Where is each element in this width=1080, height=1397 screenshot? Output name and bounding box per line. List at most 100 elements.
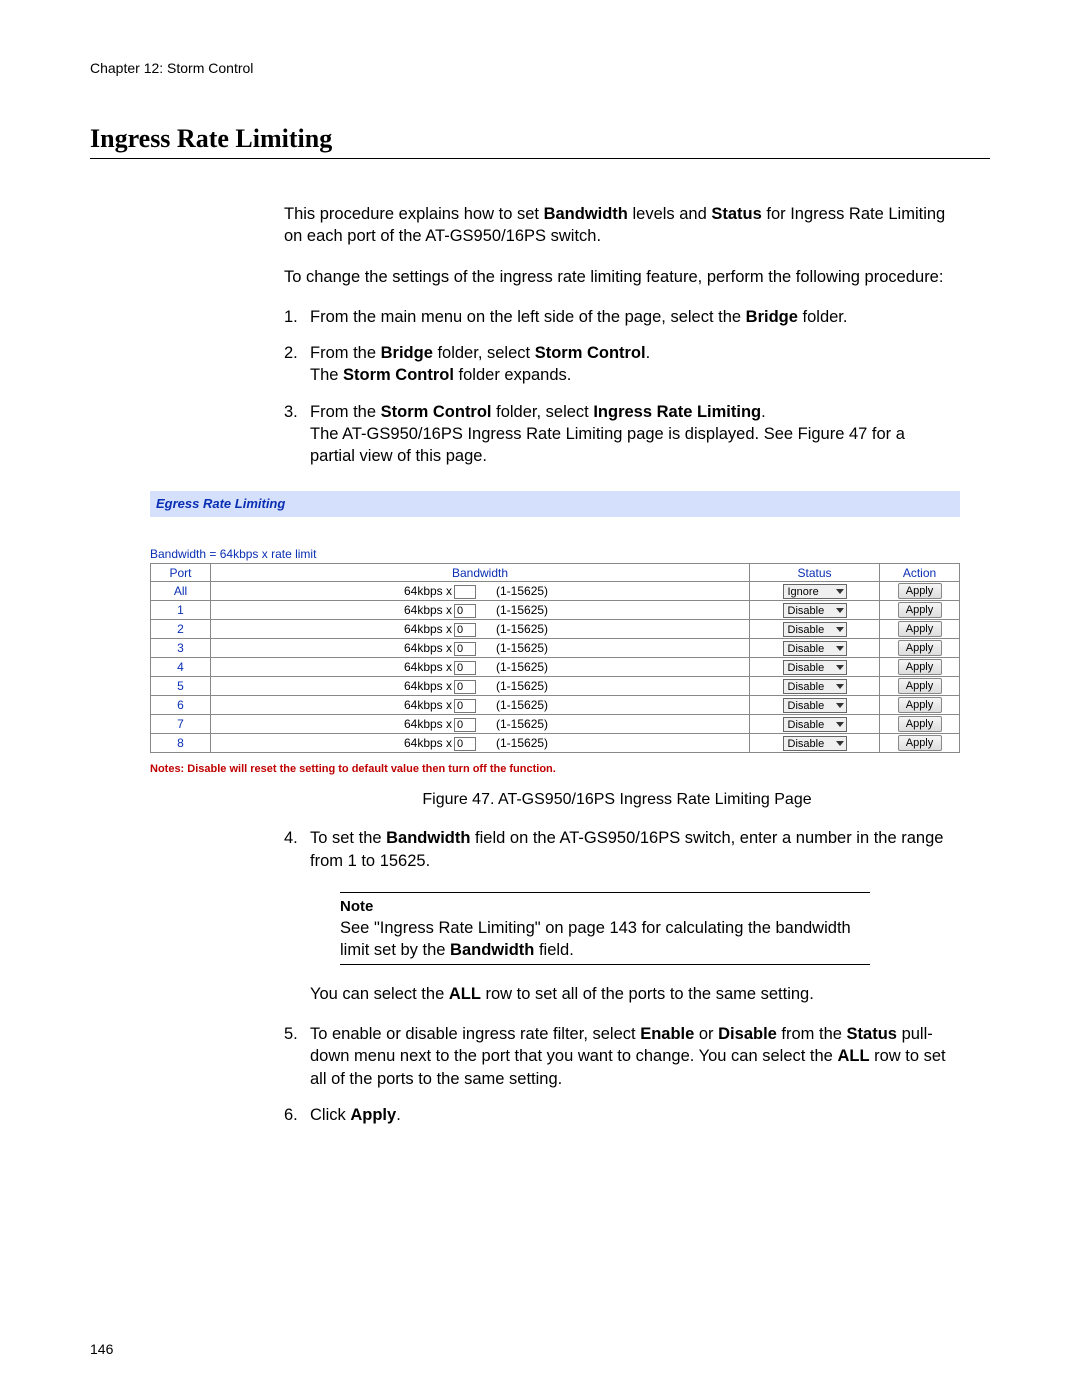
bandwidth-cell: 64kbps x(1-15625) bbox=[211, 715, 750, 734]
bandwidth-input[interactable] bbox=[454, 699, 476, 713]
action-cell: Apply bbox=[880, 696, 960, 715]
step-2: 2.From the Bridge folder, select Storm C… bbox=[284, 342, 950, 387]
bandwidth-cell: 64kbps x (1-15625) bbox=[211, 696, 750, 715]
port-cell: 2 bbox=[151, 620, 211, 639]
step-5: 5.To enable or disable ingress rate filt… bbox=[284, 1023, 950, 1090]
action-cell: Apply bbox=[880, 677, 960, 696]
apply-button[interactable]: Apply bbox=[898, 640, 942, 656]
action-cell: Apply bbox=[880, 601, 960, 620]
status-select[interactable]: Disable bbox=[783, 622, 847, 637]
bandwidth-input[interactable] bbox=[454, 642, 476, 656]
chevron-down-icon bbox=[836, 703, 844, 708]
status-select[interactable]: Disable bbox=[783, 736, 847, 751]
status-select[interactable]: Disable bbox=[783, 698, 847, 713]
bandwidth-range: (1-15625) bbox=[496, 584, 556, 598]
apply-button[interactable]: Apply bbox=[898, 735, 942, 751]
bandwidth-input[interactable] bbox=[454, 737, 476, 751]
status-cell: Disable bbox=[750, 601, 880, 620]
status-select[interactable]: Ignore bbox=[783, 584, 847, 599]
bandwidth-prefix: 64kbps x bbox=[404, 679, 452, 693]
page-number: 146 bbox=[90, 1341, 113, 1357]
bandwidth-cell: 64kbps x (1-15625) bbox=[211, 734, 750, 753]
bandwidth-range: (1-15625) bbox=[496, 736, 556, 750]
status-value: Disable bbox=[788, 662, 825, 674]
status-select[interactable]: Disable bbox=[783, 717, 847, 732]
figure-47: Egress Rate Limiting Bandwidth = 64kbps … bbox=[150, 491, 960, 775]
bandwidth-cell: 64kbps x(1-15625) bbox=[211, 639, 750, 658]
table-row: 764kbps x(1-15625)DisableApply bbox=[151, 715, 960, 734]
chevron-down-icon bbox=[836, 684, 844, 689]
bandwidth-prefix: 64kbps x bbox=[404, 698, 452, 712]
bandwidth-prefix: 64kbps x bbox=[404, 717, 452, 731]
chevron-down-icon bbox=[836, 722, 844, 727]
status-value: Disable bbox=[788, 700, 825, 712]
port-cell: 4 bbox=[151, 658, 211, 677]
step-4: 4.To set the Bandwidth field on the AT-G… bbox=[284, 827, 950, 1005]
step-1: 1.From the main menu on the left side of… bbox=[284, 306, 950, 328]
bandwidth-prefix: 64kbps x bbox=[404, 736, 452, 750]
col-bandwidth: Bandwidth bbox=[211, 564, 750, 582]
apply-button[interactable]: Apply bbox=[898, 697, 942, 713]
note-label: Note bbox=[340, 897, 870, 917]
note-text: See "Ingress Rate Limiting" on page 143 … bbox=[340, 917, 870, 962]
bandwidth-input[interactable] bbox=[454, 661, 476, 675]
bandwidth-input[interactable] bbox=[454, 585, 476, 599]
action-cell: Apply bbox=[880, 715, 960, 734]
port-cell: 8 bbox=[151, 734, 211, 753]
apply-button[interactable]: Apply bbox=[898, 602, 942, 618]
status-cell: Disable bbox=[750, 639, 880, 658]
bandwidth-input[interactable] bbox=[454, 604, 476, 618]
status-cell: Disable bbox=[750, 677, 880, 696]
bandwidth-cell: 64kbps x(1-15625) bbox=[211, 601, 750, 620]
col-port: Port bbox=[151, 564, 211, 582]
table-row: 564kbps x(1-15625)DisableApply bbox=[151, 677, 960, 696]
action-cell: Apply bbox=[880, 620, 960, 639]
chapter-header: Chapter 12: Storm Control bbox=[90, 60, 990, 76]
bandwidth-prefix: 64kbps x bbox=[404, 603, 452, 617]
after-note-paragraph: You can select the ALL row to set all of… bbox=[310, 983, 950, 1005]
port-cell: 3 bbox=[151, 639, 211, 658]
section-title: Ingress Rate Limiting bbox=[90, 124, 990, 154]
bandwidth-input[interactable] bbox=[454, 680, 476, 694]
status-cell: Disable bbox=[750, 734, 880, 753]
status-value: Disable bbox=[788, 738, 825, 750]
bandwidth-input[interactable] bbox=[454, 718, 476, 732]
status-select[interactable]: Disable bbox=[783, 603, 847, 618]
bandwidth-cell: 64kbps x (1-15625) bbox=[211, 620, 750, 639]
bandwidth-prefix: 64kbps x bbox=[404, 622, 452, 636]
apply-button[interactable]: Apply bbox=[898, 583, 942, 599]
status-cell: Disable bbox=[750, 696, 880, 715]
bandwidth-input[interactable] bbox=[454, 623, 476, 637]
status-value: Ignore bbox=[788, 586, 819, 598]
port-cell: 5 bbox=[151, 677, 211, 696]
procedure-steps-2: 4.To set the Bandwidth field on the AT-G… bbox=[284, 827, 950, 1126]
title-divider bbox=[90, 158, 990, 159]
note-rule-bottom bbox=[340, 964, 870, 965]
table-row: 6 64kbps x (1-15625) Disable Apply bbox=[151, 696, 960, 715]
bandwidth-prefix: 64kbps x bbox=[404, 584, 452, 598]
status-select[interactable]: Disable bbox=[783, 679, 847, 694]
chevron-down-icon bbox=[836, 665, 844, 670]
apply-button[interactable]: Apply bbox=[898, 621, 942, 637]
apply-button[interactable]: Apply bbox=[898, 659, 942, 675]
status-cell: Disable bbox=[750, 715, 880, 734]
note-rule-top bbox=[340, 892, 870, 893]
chevron-down-icon bbox=[836, 627, 844, 632]
chevron-down-icon bbox=[836, 589, 844, 594]
bandwidth-range: (1-15625) bbox=[496, 622, 556, 636]
bandwidth-cell: 64kbps x(1-15625) bbox=[211, 658, 750, 677]
status-select[interactable]: Disable bbox=[783, 660, 847, 675]
status-value: Disable bbox=[788, 719, 825, 731]
bandwidth-prefix: 64kbps x bbox=[404, 660, 452, 674]
figure-caption: Figure 47. AT-GS950/16PS Ingress Rate Li… bbox=[284, 791, 950, 809]
col-action: Action bbox=[880, 564, 960, 582]
bandwidth-cell: 64kbps x (1-15625) bbox=[211, 582, 750, 601]
status-select[interactable]: Disable bbox=[783, 641, 847, 656]
port-cell: 6 bbox=[151, 696, 211, 715]
status-cell: Ignore bbox=[750, 582, 880, 601]
port-cell: All bbox=[151, 582, 211, 601]
bandwidth-range: (1-15625) bbox=[496, 698, 556, 712]
apply-button[interactable]: Apply bbox=[898, 678, 942, 694]
action-cell: Apply bbox=[880, 639, 960, 658]
apply-button[interactable]: Apply bbox=[898, 716, 942, 732]
